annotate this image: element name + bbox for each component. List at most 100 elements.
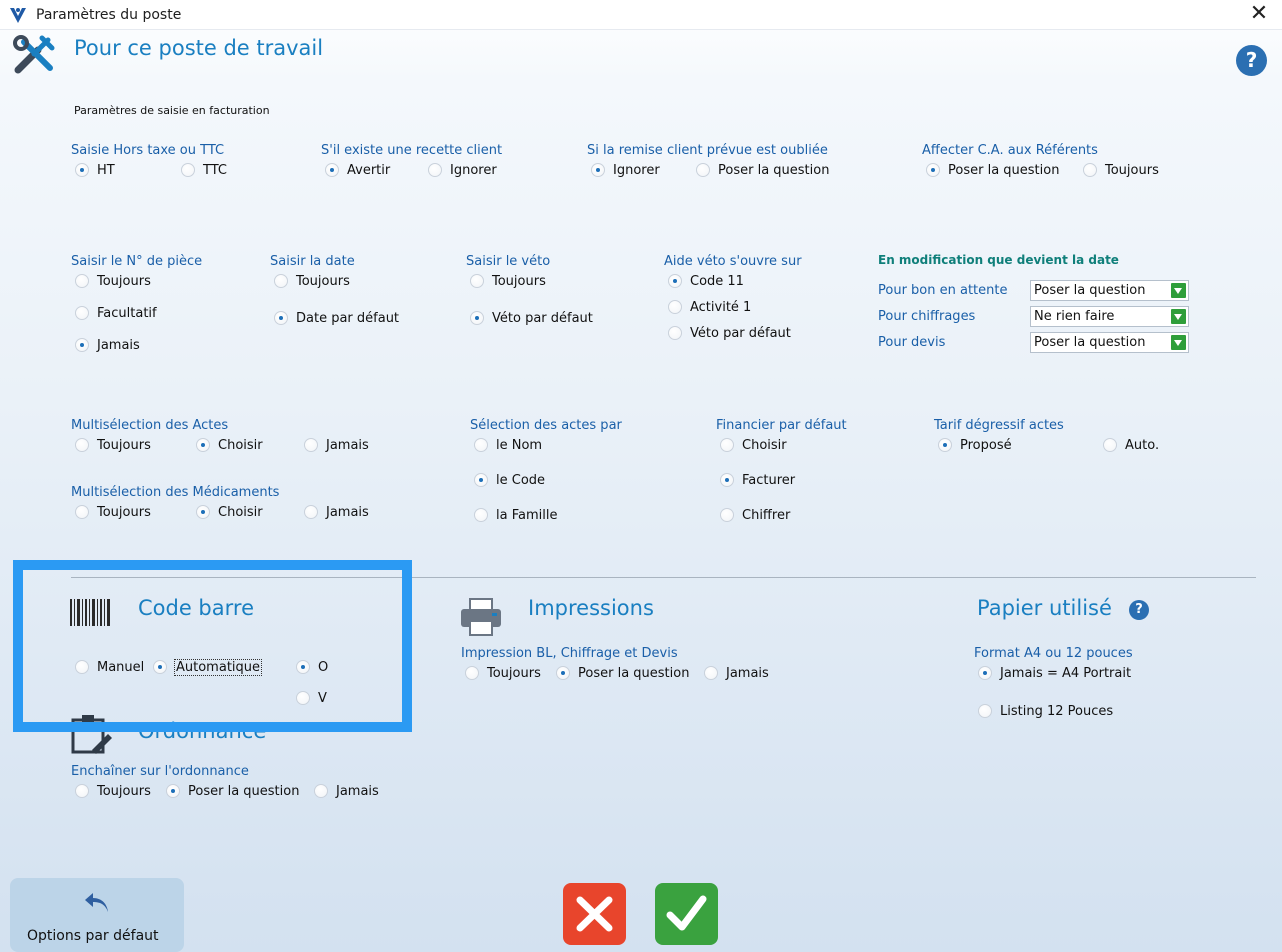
radio-imp-poser-label: Poser la question	[578, 666, 690, 681]
saisir-date-label: Saisir la date	[270, 254, 355, 269]
impressions-title: Impressions	[528, 596, 654, 620]
financier-label: Financier par défaut	[716, 418, 847, 433]
radio-ord-jamais-label: Jamais	[336, 784, 379, 799]
radio-ttc[interactable]	[181, 163, 195, 177]
radio-aide-veto[interactable]	[668, 326, 682, 340]
radio-fin-choisir[interactable]	[720, 438, 734, 452]
radio-aide-activite-label: Activité 1	[690, 300, 752, 315]
radio-piece-toujours-label: Toujours	[97, 274, 151, 289]
title-bar: Paramètres du poste ✕	[0, 0, 1282, 30]
radio-tarif-propose-label: Proposé	[960, 438, 1012, 453]
radio-date-defaut[interactable]	[274, 311, 288, 325]
ordonnance-label: Enchaîner sur l'ordonnance	[71, 764, 249, 779]
radio-imp-poser[interactable]	[556, 666, 570, 680]
radio-actes-toujours-label: Toujours	[97, 438, 151, 453]
radio-papier-listing-label: Listing 12 Pouces	[1000, 704, 1114, 719]
chevron-down-icon[interactable]	[1171, 283, 1186, 298]
radio-imp-toujours[interactable]	[465, 666, 479, 680]
bon-attente-label: Pour bon en attente	[878, 283, 1008, 298]
radio-toujours-ca[interactable]	[1083, 163, 1097, 177]
radio-medic-toujours-label: Toujours	[97, 505, 151, 520]
radio-tarif-auto[interactable]	[1103, 438, 1117, 452]
radio-ht[interactable]	[75, 163, 89, 177]
radio-actes-choisir[interactable]	[196, 438, 210, 452]
radio-ord-poser-label: Poser la question	[188, 784, 300, 799]
radio-date-toujours[interactable]	[274, 274, 288, 288]
bon-attente-select[interactable]: Poser la question	[1030, 280, 1189, 301]
help-icon[interactable]: ?	[1129, 600, 1149, 620]
radio-ignorer-remise-label: Ignorer	[613, 163, 660, 178]
papier-label: Format A4 ou 12 pouces	[974, 646, 1133, 661]
highlight-frame	[13, 560, 412, 732]
cancel-button[interactable]	[563, 883, 626, 945]
radio-sel-code-label: le Code	[496, 473, 546, 488]
tarif-degressif-label: Tarif dégressif actes	[934, 418, 1064, 433]
radio-poser-remise-label: Poser la question	[718, 163, 830, 178]
radio-papier-a4[interactable]	[978, 666, 992, 680]
radio-ignorer-remise[interactable]	[591, 163, 605, 177]
affecter-ca-label: Affecter C.A. aux Référents	[922, 143, 1098, 158]
check-icon	[666, 895, 707, 931]
numero-piece-label: Saisir le N° de pièce	[71, 254, 203, 269]
radio-fin-facturer-label: Facturer	[742, 473, 796, 488]
radio-medic-toujours[interactable]	[75, 505, 89, 519]
radio-aide-code[interactable]	[668, 274, 682, 288]
radio-sel-famille-label: la Famille	[496, 508, 558, 523]
close-window-button[interactable]: ✕	[1249, 3, 1269, 25]
radio-ttc-label: TTC	[203, 163, 227, 178]
radio-ignorer-recette[interactable]	[428, 163, 442, 177]
radio-piece-facultatif[interactable]	[75, 306, 89, 320]
radio-papier-listing[interactable]	[978, 704, 992, 718]
radio-actes-toujours[interactable]	[75, 438, 89, 452]
radio-avertir[interactable]	[325, 163, 339, 177]
radio-tarif-propose[interactable]	[938, 438, 952, 452]
devis-label: Pour devis	[878, 335, 946, 350]
radio-veto-toujours[interactable]	[470, 274, 484, 288]
radio-sel-famille[interactable]	[474, 508, 488, 522]
selection-actes-label: Sélection des actes par	[470, 418, 622, 433]
radio-ord-poser[interactable]	[166, 784, 180, 798]
default-options-label: Options par défaut	[27, 928, 159, 944]
radio-ord-jamais[interactable]	[314, 784, 328, 798]
section-subtitle: Paramètres de saisie en facturation	[74, 104, 270, 117]
radio-ord-toujours[interactable]	[75, 784, 89, 798]
saisie-ht-ttc-label: Saisie Hors taxe ou TTC	[71, 143, 225, 158]
radio-date-defaut-label: Date par défaut	[296, 311, 400, 326]
help-icon[interactable]: ?	[1236, 45, 1267, 76]
radio-sel-nom[interactable]	[474, 438, 488, 452]
radio-medic-jamais-label: Jamais	[326, 505, 369, 520]
devis-select[interactable]: Poser la question	[1030, 332, 1189, 353]
devis-value: Poser la question	[1034, 335, 1146, 350]
radio-piece-jamais-label: Jamais	[97, 338, 140, 353]
radio-fin-chiffrer[interactable]	[720, 508, 734, 522]
radio-sel-code[interactable]	[474, 473, 488, 487]
chevron-down-icon[interactable]	[1171, 335, 1186, 350]
radio-medic-jamais[interactable]	[304, 505, 318, 519]
radio-piece-jamais[interactable]	[75, 338, 89, 352]
radio-fin-facturer[interactable]	[720, 473, 734, 487]
bon-attente-value: Poser la question	[1034, 283, 1146, 298]
radio-avertir-label: Avertir	[347, 163, 391, 178]
confirm-button[interactable]	[655, 883, 718, 945]
radio-fin-chiffrer-label: Chiffrer	[742, 508, 791, 523]
radio-actes-choisir-label: Choisir	[218, 438, 263, 453]
radio-actes-jamais[interactable]	[304, 438, 318, 452]
chevron-down-icon[interactable]	[1171, 309, 1186, 324]
radio-veto-defaut[interactable]	[470, 311, 484, 325]
radio-piece-toujours[interactable]	[75, 274, 89, 288]
radio-poser-remise[interactable]	[696, 163, 710, 177]
radio-poser-ca[interactable]	[926, 163, 940, 177]
radio-piece-facultatif-label: Facultatif	[97, 306, 157, 321]
undo-arrow-icon	[85, 893, 108, 912]
radio-aide-activite[interactable]	[668, 300, 682, 314]
radio-papier-a4-label: Jamais = A4 Portrait	[1000, 666, 1132, 681]
default-options-button[interactable]: Options par défaut	[10, 878, 184, 952]
aide-veto-label: Aide véto s'ouvre sur	[664, 254, 802, 269]
radio-medic-choisir[interactable]	[196, 505, 210, 519]
radio-imp-jamais[interactable]	[704, 666, 718, 680]
radio-date-toujours-label: Toujours	[296, 274, 350, 289]
radio-aide-code-label: Code 11	[690, 274, 744, 289]
recette-client-label: S'il existe une recette client	[321, 143, 503, 158]
saisir-veto-label: Saisir le véto	[466, 254, 551, 269]
chiffrages-select[interactable]: Ne rien faire	[1030, 306, 1189, 327]
